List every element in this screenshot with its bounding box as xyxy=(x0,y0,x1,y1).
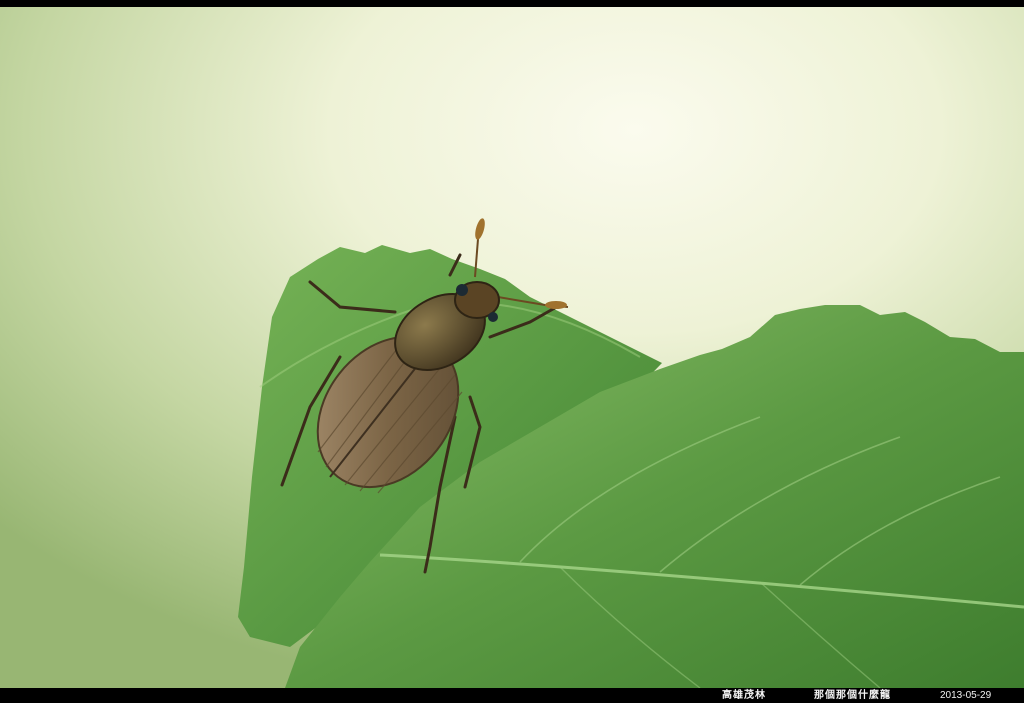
caption-title: 那個那個什麼龍 xyxy=(814,690,891,701)
caption-location: 高雄茂林 xyxy=(722,690,766,701)
top-border xyxy=(0,0,1024,7)
photo xyxy=(0,7,1024,688)
photo-illustration xyxy=(0,7,1024,688)
caption-bar: 高雄茂林 那個那個什麼龍 2013-05-29 xyxy=(0,688,1024,703)
caption-date: 2013-05-29 xyxy=(940,690,992,701)
